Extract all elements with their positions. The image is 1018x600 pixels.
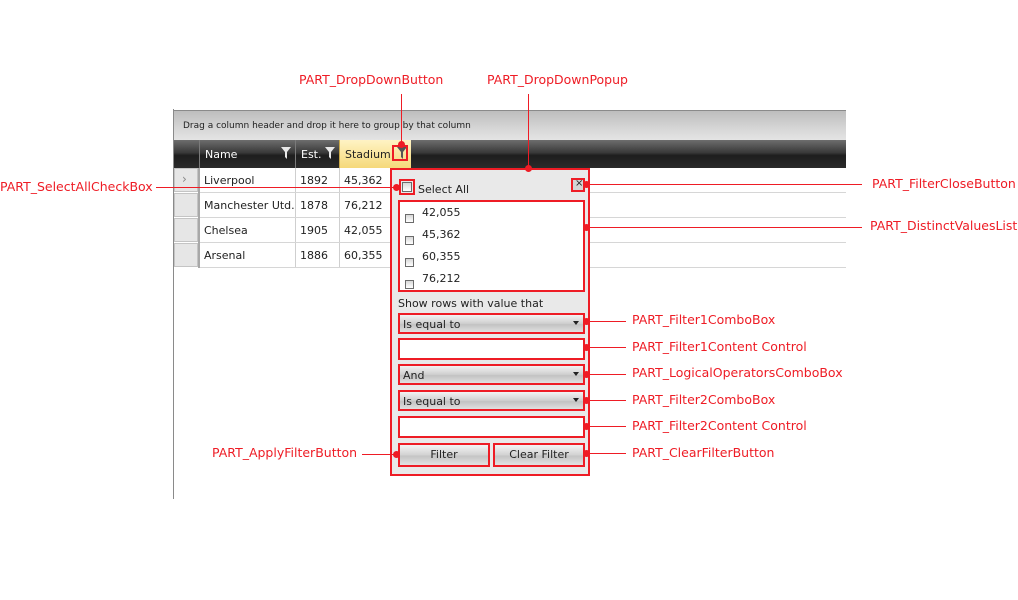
cell-est: 1892 bbox=[295, 168, 339, 193]
list-item[interactable]: 42,055 bbox=[405, 206, 461, 227]
funnel-icon[interactable] bbox=[281, 147, 291, 159]
annotation-dot bbox=[583, 224, 590, 231]
chevron-down-icon bbox=[573, 321, 579, 325]
list-item[interactable]: 76,212 bbox=[405, 272, 461, 293]
select-all-checkbox-highlight[interactable] bbox=[399, 179, 415, 195]
column-header-row: Name Est. Stadium bbox=[174, 140, 846, 168]
annotation-dot bbox=[583, 318, 590, 325]
cell-name: Liverpool bbox=[199, 168, 295, 193]
show-rows-label: Show rows with value that bbox=[398, 297, 544, 310]
column-header-label: Est. bbox=[301, 148, 322, 161]
row-indicator[interactable] bbox=[174, 243, 198, 267]
annotation-dot bbox=[398, 141, 405, 148]
annotation-line bbox=[362, 454, 396, 455]
annotation-distinct-values-list: PART_DistinctValuesList bbox=[870, 218, 1018, 233]
filter-button[interactable]: Filter bbox=[398, 443, 490, 467]
cell-name: Manchester Utd. bbox=[199, 193, 295, 218]
annotation-filter-close-button: PART_FilterCloseButton bbox=[872, 176, 1016, 191]
annotation-clear-filter-button: PART_ClearFilterButton bbox=[632, 445, 775, 460]
annotation-select-all-checkbox: PART_SelectAllCheckBox bbox=[0, 179, 153, 194]
value-checkbox[interactable] bbox=[405, 214, 414, 223]
cell-name: Chelsea bbox=[199, 218, 295, 243]
annotation-dot bbox=[583, 423, 590, 430]
column-header-label: Stadium bbox=[345, 148, 391, 161]
column-header-label: Name bbox=[205, 148, 238, 161]
group-panel[interactable]: Drag a column header and drop it here to… bbox=[174, 110, 846, 140]
distinct-values-list[interactable]: 42,055 45,362 60,355 76,212 bbox=[398, 200, 585, 292]
row-indicator[interactable] bbox=[174, 193, 198, 217]
cell-est: 1886 bbox=[295, 243, 339, 268]
filter2-combobox[interactable]: Is equal to bbox=[398, 390, 585, 411]
chevron-right-icon: › bbox=[182, 172, 187, 186]
filter1-value-input[interactable] bbox=[398, 338, 585, 360]
value-checkbox[interactable] bbox=[405, 280, 414, 289]
annotation-dropdown-popup: PART_DropDownPopup bbox=[487, 72, 628, 87]
select-all-checkbox[interactable] bbox=[402, 182, 412, 192]
cell-est: 1878 bbox=[295, 193, 339, 218]
filter-dropdown-popup: Select All × 42,055 45,362 60,355 76,212… bbox=[390, 168, 590, 476]
annotation-logical-operators-combobox: PART_LogicalOperatorsComboBox bbox=[632, 365, 843, 380]
annotation-dot bbox=[583, 371, 590, 378]
cell-name: Arsenal bbox=[199, 243, 295, 268]
group-panel-text: Drag a column header and drop it here to… bbox=[183, 121, 471, 131]
annotation-dot bbox=[583, 181, 590, 188]
row-indicator[interactable]: › bbox=[174, 168, 198, 192]
annotation-line bbox=[586, 426, 626, 427]
annotation-line bbox=[156, 187, 396, 188]
annotation-line bbox=[586, 227, 862, 228]
annotation-dot bbox=[583, 397, 590, 404]
column-header-est[interactable]: Est. bbox=[295, 140, 339, 168]
indicator-separator bbox=[198, 168, 200, 268]
annotation-line bbox=[586, 453, 626, 454]
annotation-line bbox=[528, 94, 529, 168]
clear-filter-button[interactable]: Clear Filter bbox=[493, 443, 585, 467]
logical-operator-combobox[interactable]: And bbox=[398, 364, 585, 385]
annotation-line bbox=[586, 400, 626, 401]
chevron-down-icon bbox=[573, 398, 579, 402]
annotation-apply-filter-button: PART_ApplyFilterButton bbox=[212, 445, 358, 460]
funnel-icon[interactable] bbox=[325, 147, 335, 159]
value-checkbox[interactable] bbox=[405, 258, 414, 267]
column-header-name[interactable]: Name bbox=[199, 140, 295, 168]
annotation-dot bbox=[583, 344, 590, 351]
annotation-filter1-combobox: PART_Filter1ComboBox bbox=[632, 312, 776, 327]
select-all-label: Select All bbox=[418, 183, 470, 196]
annotation-line bbox=[586, 374, 626, 375]
annotation-filter2-content: PART_Filter2Content Control bbox=[632, 418, 807, 433]
annotation-line bbox=[401, 94, 402, 144]
cell-est: 1905 bbox=[295, 218, 339, 243]
annotation-dot bbox=[393, 184, 400, 191]
annotation-dot bbox=[525, 165, 532, 172]
filter2-value-input[interactable] bbox=[398, 416, 585, 438]
annotation-line bbox=[586, 347, 626, 348]
annotation-filter1-content: PART_Filter1Content Control bbox=[632, 339, 807, 354]
annotation-dropdown-button: PART_DropDownButton bbox=[299, 72, 444, 87]
list-item[interactable]: 60,355 bbox=[405, 250, 461, 271]
value-checkbox[interactable] bbox=[405, 236, 414, 245]
annotation-dot bbox=[393, 451, 400, 458]
annotation-line bbox=[586, 321, 626, 322]
annotation-dot bbox=[583, 450, 590, 457]
row-indicator[interactable] bbox=[174, 218, 198, 242]
annotation-filter2-combobox: PART_Filter2ComboBox bbox=[632, 392, 776, 407]
filter1-combobox[interactable]: Is equal to bbox=[398, 313, 585, 334]
chevron-down-icon bbox=[573, 372, 579, 376]
list-item[interactable]: 45,362 bbox=[405, 228, 461, 249]
annotation-line bbox=[586, 184, 862, 185]
